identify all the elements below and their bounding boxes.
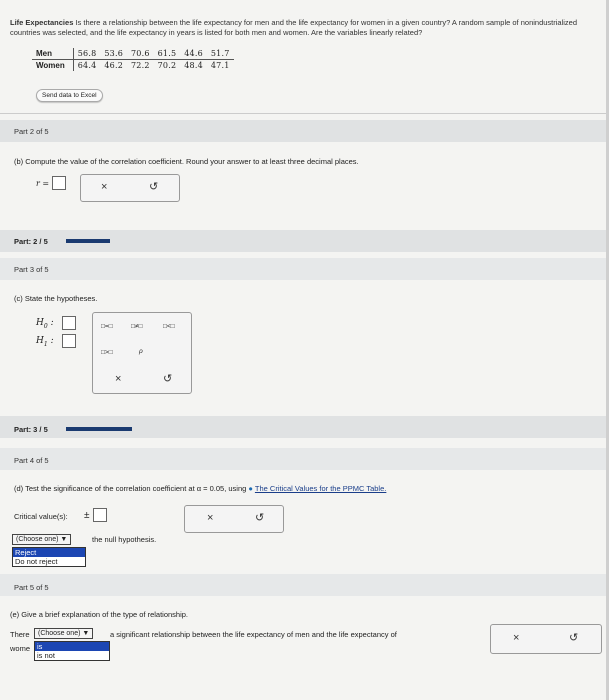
hypothesis-tool-panel: □=□ □≠□ □<□ □>□ ρ × ↺ (92, 312, 192, 394)
clear-icon[interactable]: × (101, 181, 107, 193)
part2-progress-bar (66, 239, 110, 243)
undo-icon[interactable]: ↺ (255, 511, 264, 524)
relationship-wrap-text: wome (10, 644, 31, 653)
undo-icon[interactable]: ↺ (149, 180, 158, 193)
option-is-not[interactable]: is not (35, 651, 109, 660)
part4-tool-panel: × ↺ (184, 505, 284, 533)
table-cell: 47.1 (210, 61, 230, 70)
decision-options-menu: Reject Do not reject (12, 547, 86, 567)
part4-banner (0, 448, 609, 470)
clear-icon[interactable]: × (207, 512, 213, 524)
relationship-post-text: a significant relationship between the l… (110, 630, 397, 639)
chevron-down-icon: ▼ (82, 630, 90, 637)
h0-label: H0 : (36, 318, 54, 330)
critical-value-label: Critical value(s): (14, 512, 68, 521)
part3-progress-label: Part: 3 / 5 (14, 425, 48, 434)
part2-question: (b) Compute the value of the correlation… (14, 157, 359, 166)
table-cell: 70.6 (127, 48, 154, 60)
option-reject[interactable]: Reject (13, 548, 85, 557)
h1-label: H1 : (36, 336, 54, 348)
less-than-symbol-button[interactable]: □<□ (163, 323, 175, 330)
undo-icon[interactable]: ↺ (163, 372, 172, 385)
part5-question: (e) Give a brief explanation of the type… (10, 610, 189, 619)
part3-progress-bar (66, 427, 132, 431)
relationship-dropdown[interactable]: (Choose one) ▼ (34, 628, 94, 639)
table-cell: 70.2 (157, 61, 177, 70)
part5-label: Part 5 of 5 (14, 583, 49, 592)
part4-question: (d) Test the significance of the correla… (14, 484, 387, 493)
table-cell: 72.2 (131, 61, 150, 70)
table-cell: 46.2 (104, 61, 123, 70)
table-cell: 61.5 (153, 48, 181, 60)
option-do-not-reject[interactable]: Do not reject (13, 557, 85, 566)
intro-title: Life Expectancies (10, 18, 74, 27)
part2-label: Part 2 of 5 (14, 127, 49, 136)
clear-icon[interactable]: × (115, 373, 121, 385)
part2-banner (0, 120, 609, 142)
undo-icon[interactable]: ↺ (569, 631, 578, 644)
part4-label: Part 4 of 5 (14, 456, 49, 465)
send-to-excel-button[interactable]: Send data to Excel (36, 89, 103, 102)
intro-body: Is there a relationship between the life… (10, 18, 578, 37)
part3-label: Part 3 of 5 (14, 265, 49, 274)
part5-banner (0, 574, 609, 596)
row-label-women: Women (32, 59, 74, 71)
equal-symbol-button[interactable]: □=□ (101, 323, 113, 330)
rho-symbol-button[interactable]: ρ (139, 348, 143, 355)
relationship-pre-text: There (10, 630, 30, 639)
table-cell: 53.6 (100, 48, 127, 60)
critical-values-link[interactable]: The Critical Values for the PPMC Table. (255, 484, 386, 493)
option-is[interactable]: is (35, 642, 109, 651)
part3-question: (c) State the hypotheses. (14, 294, 98, 303)
info-icon: ● (248, 484, 253, 493)
clear-icon[interactable]: × (513, 632, 519, 644)
table-cell: 56.8 (73, 48, 101, 60)
table-cell: 51.7 (206, 48, 234, 60)
decision-dropdown[interactable]: (Choose one) ▼ (12, 534, 72, 545)
data-table: Men 56.8 53.6 70.6 61.5 44.6 51.7 Women … (32, 48, 234, 71)
plus-minus-symbol: ± (84, 510, 90, 521)
table-row: Women 64.4 46.2 72.2 70.2 48.4 47.1 (32, 59, 234, 71)
not-equal-symbol-button[interactable]: □≠□ (131, 323, 142, 330)
null-hypothesis-text: the null hypothesis. (92, 535, 157, 544)
table-cell: 48.4 (184, 61, 203, 70)
part3-banner (0, 258, 609, 280)
r-label: r = (36, 179, 50, 188)
critical-value-input[interactable] (93, 508, 107, 522)
h0-input[interactable] (62, 316, 76, 330)
table-cell: 44.6 (180, 48, 207, 60)
divider (0, 113, 609, 114)
part2-tool-panel: × ↺ (80, 174, 180, 202)
greater-than-symbol-button[interactable]: □>□ (101, 349, 113, 356)
chevron-down-icon: ▼ (60, 536, 68, 543)
part2-progress-label: Part: 2 / 5 (14, 237, 48, 246)
r-input[interactable] (52, 176, 66, 190)
relationship-options-menu: is is not (34, 641, 110, 661)
table-row: Men 56.8 53.6 70.6 61.5 44.6 51.7 (32, 48, 234, 60)
intro-text: Life Expectancies Is there a relationshi… (10, 18, 605, 38)
part5-tool-panel: × ↺ (490, 624, 602, 654)
table-cell: 64.4 (77, 61, 97, 70)
h1-input[interactable] (62, 334, 76, 348)
row-label-men: Men (32, 48, 74, 60)
